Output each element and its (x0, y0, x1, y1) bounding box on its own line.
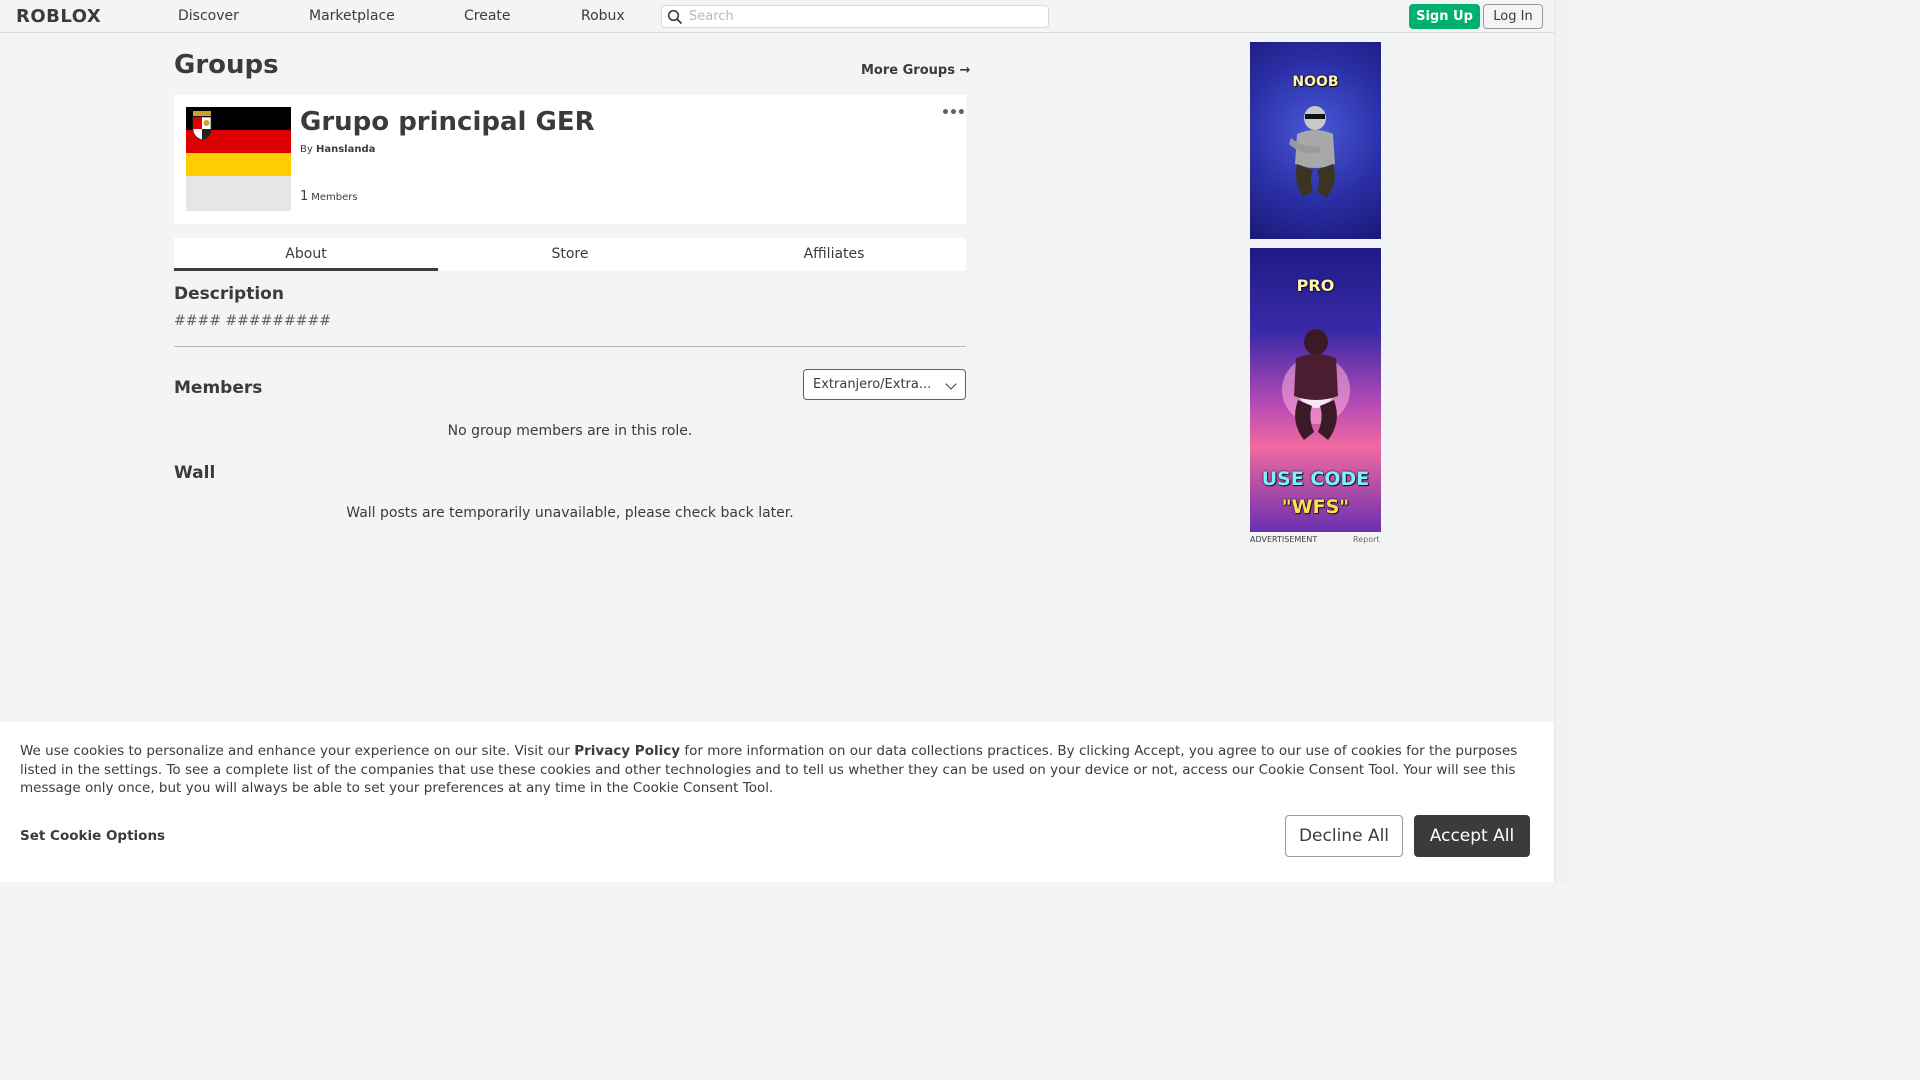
member-count-value: 1 (300, 189, 309, 204)
cookie-banner: We use cookies to personalize and enhanc… (0, 722, 1554, 882)
report-ad-link[interactable]: Report (1353, 535, 1380, 544)
search-box[interactable] (661, 5, 1049, 28)
member-count: 1 Members (300, 189, 358, 204)
ad-pro-text: PRO (1296, 276, 1335, 295)
page-title: Groups (174, 50, 279, 80)
ad-code-line-2: "WFS" (1281, 496, 1350, 518)
members-empty-message: No group members are in this role. (447, 423, 693, 439)
cookie-message: We use cookies to personalize and enhanc… (20, 742, 1540, 798)
nav-create[interactable]: Create (464, 8, 511, 24)
nav-discover[interactable]: Discover (178, 8, 239, 24)
role-dropdown[interactable]: Extranjero/Extra... (803, 369, 966, 400)
coat-of-arms-icon (192, 111, 212, 141)
wall-heading: Wall (174, 463, 216, 483)
members-label: Members (311, 192, 358, 203)
owner-link[interactable]: Hanslanda (316, 144, 375, 155)
sign-up-button[interactable]: Sign Up (1409, 4, 1480, 29)
ad-character-image (1289, 106, 1335, 197)
page-scrollbar[interactable] (1554, 0, 1568, 882)
advertisement-bottom[interactable]: PRO USE CODE "WFS" (1250, 248, 1381, 532)
privacy-policy-link[interactable]: Privacy Policy (574, 743, 680, 759)
description-heading: Description (174, 284, 284, 304)
cookie-text-start: We use cookies to personalize and enhanc… (20, 743, 575, 759)
ad-noob-text: NOOB (1292, 74, 1339, 90)
chevron-down-icon (945, 378, 957, 390)
emblem-stripe-gold (186, 153, 291, 176)
group-header-card: Grupo principal GER By Hanslanda 1 Member… (174, 95, 966, 224)
more-options-icon[interactable]: ••• (941, 105, 966, 121)
advertisement-label: ADVERTISEMENT (1250, 535, 1318, 544)
roblox-logo[interactable]: ROBLOX (16, 6, 101, 27)
search-icon (667, 9, 683, 25)
ad-code-line-1: USE CODE (1261, 468, 1370, 490)
group-tabs: About Store Affiliates (174, 238, 966, 271)
more-groups-link[interactable]: More Groups → (861, 63, 970, 78)
tab-affiliates[interactable]: Affiliates (702, 238, 966, 271)
tab-store[interactable]: Store (438, 238, 702, 271)
nav-robux[interactable]: Robux (581, 8, 625, 24)
advertisement-top[interactable]: NOOB (1250, 42, 1381, 239)
group-emblem[interactable] (186, 107, 291, 211)
nav-marketplace[interactable]: Marketplace (309, 8, 395, 24)
description-text: #### ######### (174, 313, 331, 329)
section-divider (174, 346, 966, 347)
ad-character-image (1282, 329, 1350, 440)
search-input[interactable] (689, 7, 1039, 26)
tab-about[interactable]: About (174, 238, 438, 271)
group-name: Grupo principal GER (300, 107, 595, 137)
role-dropdown-value: Extranjero/Extra... (813, 377, 932, 392)
top-navigation-bar: ROBLOX Discover Marketplace Create Robux… (0, 0, 1568, 33)
members-heading: Members (174, 378, 263, 398)
log-in-button[interactable]: Log In (1483, 4, 1543, 29)
wall-unavailable-message: Wall posts are temporarily unavailable, … (346, 505, 794, 521)
accept-all-button[interactable]: Accept All (1414, 815, 1530, 857)
by-label: By (300, 144, 313, 155)
decline-all-button[interactable]: Decline All (1285, 815, 1403, 857)
set-cookie-options-link[interactable]: Set Cookie Options (20, 828, 165, 844)
group-owner-line: By Hanslanda (300, 144, 375, 155)
